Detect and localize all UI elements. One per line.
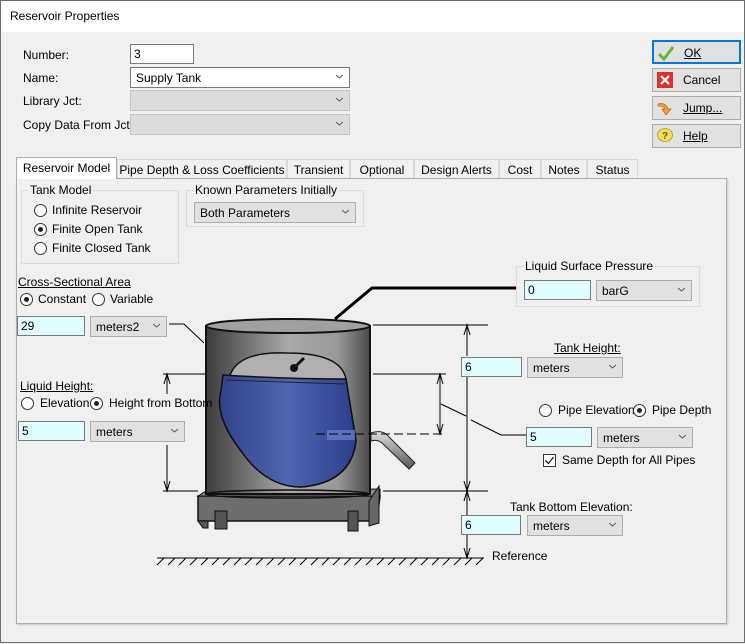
area-input[interactable]: 29 [17, 316, 85, 336]
pipe-depth-dimension [373, 372, 526, 436]
pipe-elevation-radio[interactable] [539, 404, 552, 417]
tank-model-title: Tank Model [28, 183, 94, 197]
chevron-down-icon [678, 287, 685, 292]
constant-label: Constant [38, 292, 87, 306]
tank-height-unit-value: meters [533, 361, 570, 375]
finite-closed-tank-label: Finite Closed Tank [52, 241, 151, 255]
reservoir-properties-dialog: Reservoir Properties Number: 3 Name: Sup… [0, 0, 745, 643]
tank-height-label: Tank Height: [554, 341, 621, 355]
chevron-down-icon [679, 434, 686, 439]
liquid-height-label: Liquid Height: [20, 379, 94, 393]
constant-radio[interactable] [20, 293, 33, 306]
liquid-height-unit-value: meters [96, 425, 133, 439]
surface-pressure-input[interactable]: 0 [524, 280, 591, 300]
area-unit-value: meters2 [96, 320, 140, 334]
area-leader-line [169, 323, 205, 344]
chevron-down-icon [609, 364, 616, 369]
surface-pressure-title: Liquid Surface Pressure [523, 259, 656, 273]
pipe-depth-unit-combo[interactable]: meters [597, 427, 693, 448]
pipe-depth-input[interactable]: 5 [526, 427, 592, 447]
chevron-down-icon [153, 323, 160, 328]
finite-open-tank-radio[interactable] [34, 223, 47, 236]
pipe-elevation-label: Pipe Elevation [558, 403, 635, 417]
known-parameters-title: Known Parameters Initially [193, 183, 340, 197]
surface-pressure-unit-combo[interactable]: barG [596, 280, 692, 301]
pressure-leader-line [334, 286, 517, 321]
chevron-down-icon [171, 428, 178, 433]
area-unit-combo[interactable]: meters2 [90, 316, 167, 337]
outlet-pipe [370, 431, 416, 470]
tank-bottom-elevation-input[interactable]: 6 [461, 515, 521, 535]
elevation-radio[interactable] [21, 397, 34, 410]
tank-height-input[interactable]: 6 [461, 357, 522, 377]
pipe-depth-label: Pipe Depth [652, 403, 712, 417]
variable-label: Variable [110, 292, 154, 306]
tank-bottom-elevation-unit-combo[interactable]: meters [527, 515, 623, 536]
height-from-bottom-radio[interactable] [90, 397, 103, 410]
infinite-reservoir-radio[interactable] [34, 204, 47, 217]
variable-radio[interactable] [92, 293, 105, 306]
finite-closed-tank-radio[interactable] [34, 242, 47, 255]
infinite-reservoir-label: Infinite Reservoir [52, 203, 143, 217]
tab-reservoir-model[interactable]: Reservoir Model [16, 157, 117, 179]
chevron-down-icon [342, 209, 349, 214]
tank-top [205, 318, 371, 334]
liquid-height-unit-combo[interactable]: meters [90, 421, 185, 442]
known-parameters-combo[interactable]: Both Parameters [194, 202, 356, 223]
same-depth-checkbox[interactable] [543, 454, 556, 467]
checkmark-icon [545, 456, 555, 465]
cross-sectional-area-label: Cross-Sectional Area [18, 275, 131, 289]
finite-open-tank-label: Finite Open Tank [52, 222, 143, 236]
liquid-height-input[interactable]: 5 [18, 421, 85, 441]
chevron-down-icon [609, 522, 616, 527]
reference-label: Reference [492, 549, 548, 563]
pipe-depth-radio[interactable] [633, 404, 646, 417]
tank-bottom-elevation-label: Tank Bottom Elevation: [510, 500, 633, 514]
same-depth-label: Same Depth for All Pipes [562, 453, 696, 467]
tank-height-unit-combo[interactable]: meters [527, 357, 623, 378]
surface-pressure-unit-value: barG [602, 284, 629, 298]
known-parameters-value: Both Parameters [200, 206, 291, 220]
height-from-bottom-label: Height from Bottom [109, 396, 213, 410]
elevation-label: Elevation [40, 396, 90, 410]
pipe-depth-unit-value: meters [603, 431, 640, 445]
tank-bottom-elevation-unit-value: meters [533, 519, 570, 533]
ground-hatch [156, 557, 484, 566]
